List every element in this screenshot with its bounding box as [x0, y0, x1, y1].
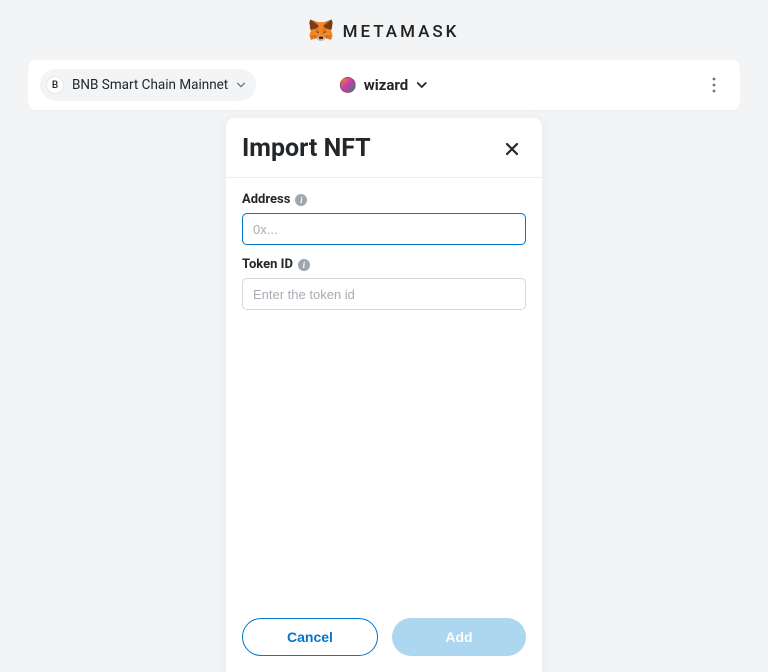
tokenid-label: Token ID i — [242, 257, 526, 272]
brand-bar: METAMASK — [0, 0, 768, 60]
modal-body: Address i Token ID i — [226, 178, 542, 608]
network-letter-badge: B — [46, 76, 64, 94]
address-field-row: Address i — [242, 192, 526, 245]
address-input[interactable] — [242, 213, 526, 245]
account-avatar — [340, 77, 356, 93]
tokenid-input[interactable] — [242, 278, 526, 310]
import-nft-modal: Import NFT Address i Token ID i Cancel A… — [226, 118, 542, 672]
modal-header: Import NFT — [226, 118, 542, 178]
brand-name: METAMASK — [343, 22, 460, 42]
chevron-down-icon — [236, 80, 246, 90]
more-menu-button[interactable] — [700, 71, 728, 99]
network-name: BNB Smart Chain Mainnet — [72, 77, 228, 93]
add-button[interactable]: Add — [392, 618, 526, 656]
modal-footer: Cancel Add — [226, 608, 542, 672]
close-button[interactable] — [498, 135, 526, 163]
metamask-fox-icon — [309, 18, 333, 46]
info-icon[interactable]: i — [295, 194, 307, 206]
modal-title: Import NFT — [242, 134, 371, 163]
account-selector[interactable]: wizard — [340, 76, 428, 94]
account-name: wizard — [364, 76, 408, 94]
app-header: B BNB Smart Chain Mainnet wizard — [28, 60, 740, 110]
address-label: Address i — [242, 192, 526, 207]
network-selector[interactable]: B BNB Smart Chain Mainnet — [40, 69, 256, 101]
info-icon[interactable]: i — [298, 259, 310, 271]
tokenid-field-row: Token ID i — [242, 257, 526, 310]
chevron-down-icon — [416, 79, 428, 91]
cancel-button[interactable]: Cancel — [242, 618, 378, 656]
